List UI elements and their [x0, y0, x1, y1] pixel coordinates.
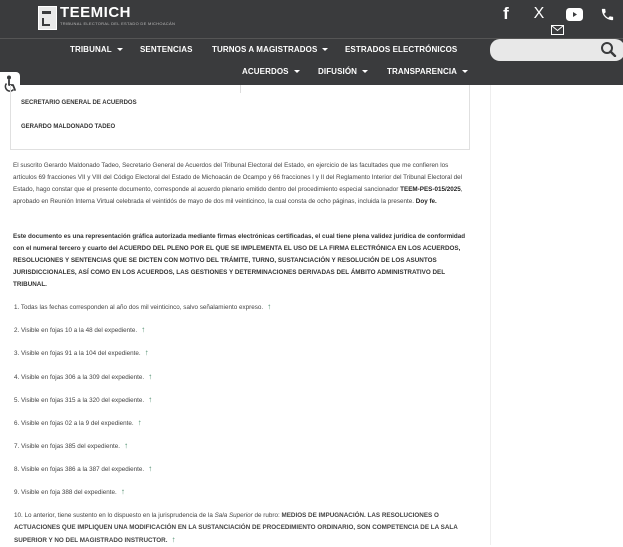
chevron-down-icon	[116, 48, 123, 52]
signature-box	[10, 85, 470, 150]
facebook-icon[interactable]: f	[498, 2, 514, 26]
back-to-text-icon[interactable]: ↑	[148, 464, 152, 473]
logo-title: TEEMICH	[60, 4, 131, 21]
back-to-text-icon[interactable]: ↑	[145, 348, 149, 357]
nav-difusion[interactable]: DIFUSIÓN	[318, 67, 369, 76]
doy-fe: Doy fe.	[415, 198, 437, 205]
footnote-10: 10. Lo anterior, tiene sustento en lo di…	[14, 512, 458, 544]
footnote-6: 6. Visible en fojas 02 a la 9 del expedi…	[14, 418, 142, 427]
nav-estrados[interactable]: ESTRADOS ELECTRÓNICOS	[345, 45, 457, 54]
back-to-text-icon[interactable]: ↑	[171, 535, 175, 544]
signature-role: SECRETARIO GENERAL DE ACUERDOS	[21, 100, 137, 106]
back-to-text-icon[interactable]: ↑	[121, 487, 125, 496]
phone-icon[interactable]	[597, 2, 617, 26]
site-header: TEEMICH TRIBUNAL ELECTORAL DEL ESTADO DE…	[0, 0, 623, 85]
nav-sentencias[interactable]: SENTENCIAS	[140, 45, 193, 54]
footnote-2: 2. Visible en fojas 10 a la 48 del exped…	[14, 325, 146, 334]
nav-transparencia[interactable]: TRANSPARENCIA	[387, 67, 469, 76]
footnote-8: 8. Visible en fojas 386 a la 387 del exp…	[14, 464, 153, 473]
chevron-down-icon	[362, 70, 369, 74]
back-to-text-icon[interactable]: ↑	[124, 441, 128, 450]
nav-acuerdos[interactable]: ACUERDOS	[242, 67, 300, 76]
nav-turnos[interactable]: TURNOS A MAGISTRADOS	[212, 45, 329, 54]
back-to-text-icon[interactable]: ↑	[138, 418, 142, 427]
chevron-down-icon	[293, 70, 300, 74]
signature-name: GERARDO MALDONADO TADEO	[21, 124, 116, 130]
footnote-3: 3. Visible en fojas 91 a la 104 del expe…	[14, 348, 149, 357]
x-twitter-icon[interactable]: X	[530, 2, 548, 26]
certification-paragraph: El suscrito Gerardo Maldonado Tadeo, Sec…	[13, 162, 463, 205]
signature-divider	[240, 85, 241, 93]
footnote-9: 9. Visible en foja 388 del expediente. ↑	[14, 487, 125, 496]
chevron-down-icon	[462, 70, 469, 74]
search-icon[interactable]	[600, 41, 618, 58]
chevron-down-icon	[322, 48, 329, 52]
back-to-text-icon[interactable]: ↑	[148, 395, 152, 404]
content-divider	[490, 85, 491, 545]
back-to-text-icon[interactable]: ↑	[267, 302, 271, 311]
nav-tribunal[interactable]: TRIBUNAL	[70, 45, 123, 54]
back-to-text-icon[interactable]: ↑	[148, 372, 152, 381]
logo-subtitle: TRIBUNAL ELECTORAL DEL ESTADO DE MICHOAC…	[60, 21, 176, 26]
footnote-5: 5. Visible en fojas 315 a la 320 del exp…	[14, 395, 153, 404]
footnote-1: 1. Todas las fechas corresponden al año …	[14, 302, 272, 311]
signature-validity-paragraph: Este documento es una representación grá…	[13, 233, 466, 288]
footnote-4: 4. Visible en fojas 306 a la 309 del exp…	[14, 372, 153, 381]
back-to-text-icon[interactable]: ↑	[141, 325, 145, 334]
case-number: TEEM-PES-015/2025	[400, 186, 461, 193]
footnote-7: 7. Visible en fojas 385 del expediente. ↑	[14, 441, 128, 450]
logo-mark-icon	[38, 6, 57, 30]
youtube-icon[interactable]	[564, 2, 584, 26]
site-logo[interactable]: TEEMICH TRIBUNAL ELECTORAL DEL ESTADO DE…	[38, 4, 175, 30]
